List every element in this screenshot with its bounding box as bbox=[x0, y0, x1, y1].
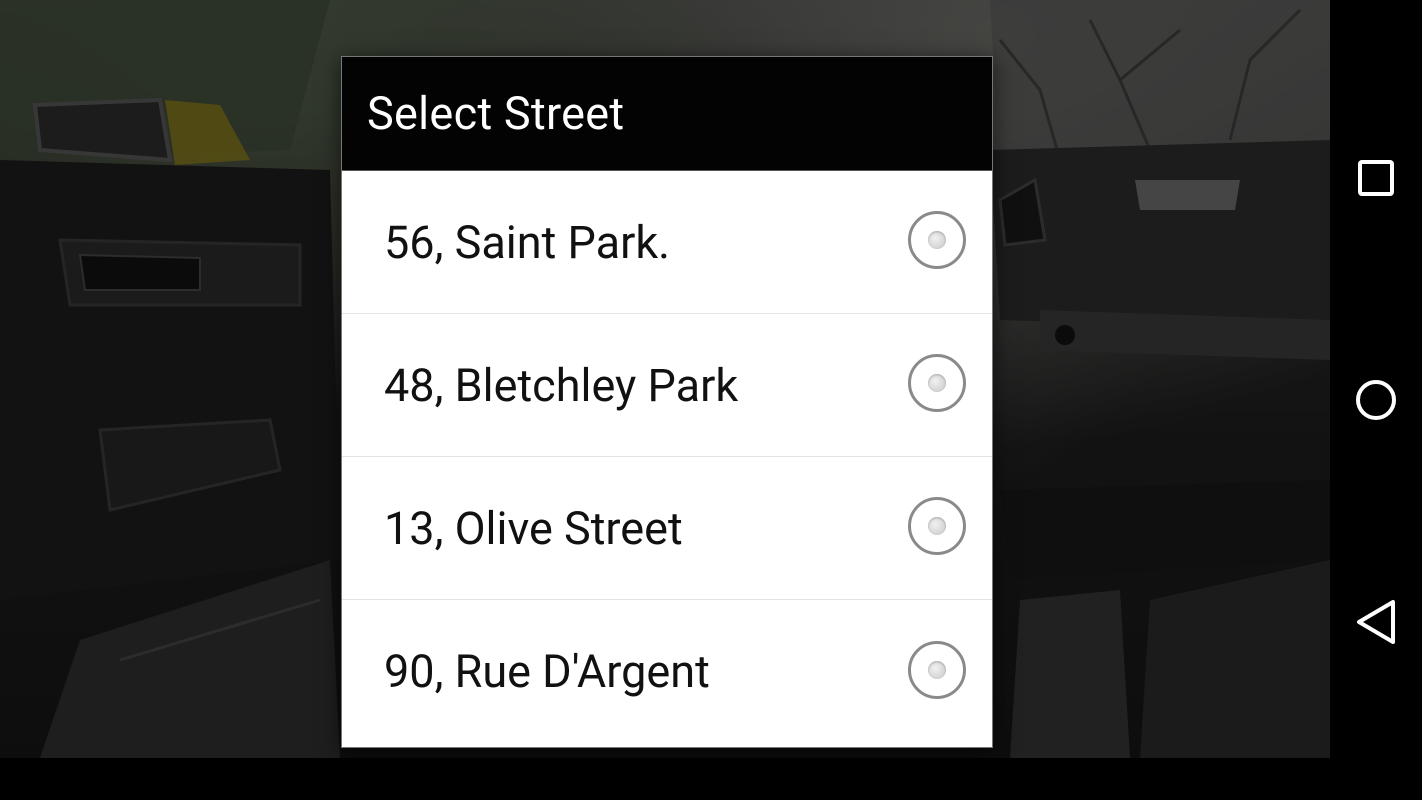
dialog-title: Select Street bbox=[342, 57, 992, 171]
radio-button[interactable] bbox=[908, 497, 966, 555]
radio-button[interactable] bbox=[908, 354, 966, 412]
triangle-back-icon bbox=[1355, 599, 1397, 645]
square-icon bbox=[1358, 160, 1394, 196]
option-label: 90, Rue D'Argent bbox=[384, 645, 710, 698]
bottom-bar bbox=[0, 758, 1330, 800]
back-button[interactable] bbox=[1330, 576, 1422, 668]
street-option-saint-park[interactable]: 56, Saint Park. bbox=[342, 171, 992, 314]
circle-icon bbox=[1355, 379, 1397, 421]
recents-button[interactable] bbox=[1330, 132, 1422, 224]
street-option-rue-dargent[interactable]: 90, Rue D'Argent bbox=[342, 600, 992, 743]
street-option-bletchley-park[interactable]: 48, Bletchley Park bbox=[342, 314, 992, 457]
radio-button[interactable] bbox=[908, 211, 966, 269]
option-label: 48, Bletchley Park bbox=[384, 358, 739, 412]
select-street-dialog: Select Street 56, Saint Park. 48, Bletch… bbox=[341, 56, 993, 748]
option-label: 56, Saint Park. bbox=[384, 215, 671, 269]
radio-button[interactable] bbox=[908, 640, 966, 699]
option-label: 13, Olive Street bbox=[384, 501, 683, 555]
street-option-olive-street[interactable]: 13, Olive Street bbox=[342, 457, 992, 600]
home-button[interactable] bbox=[1330, 354, 1422, 446]
system-navigation-bar bbox=[1330, 0, 1422, 800]
